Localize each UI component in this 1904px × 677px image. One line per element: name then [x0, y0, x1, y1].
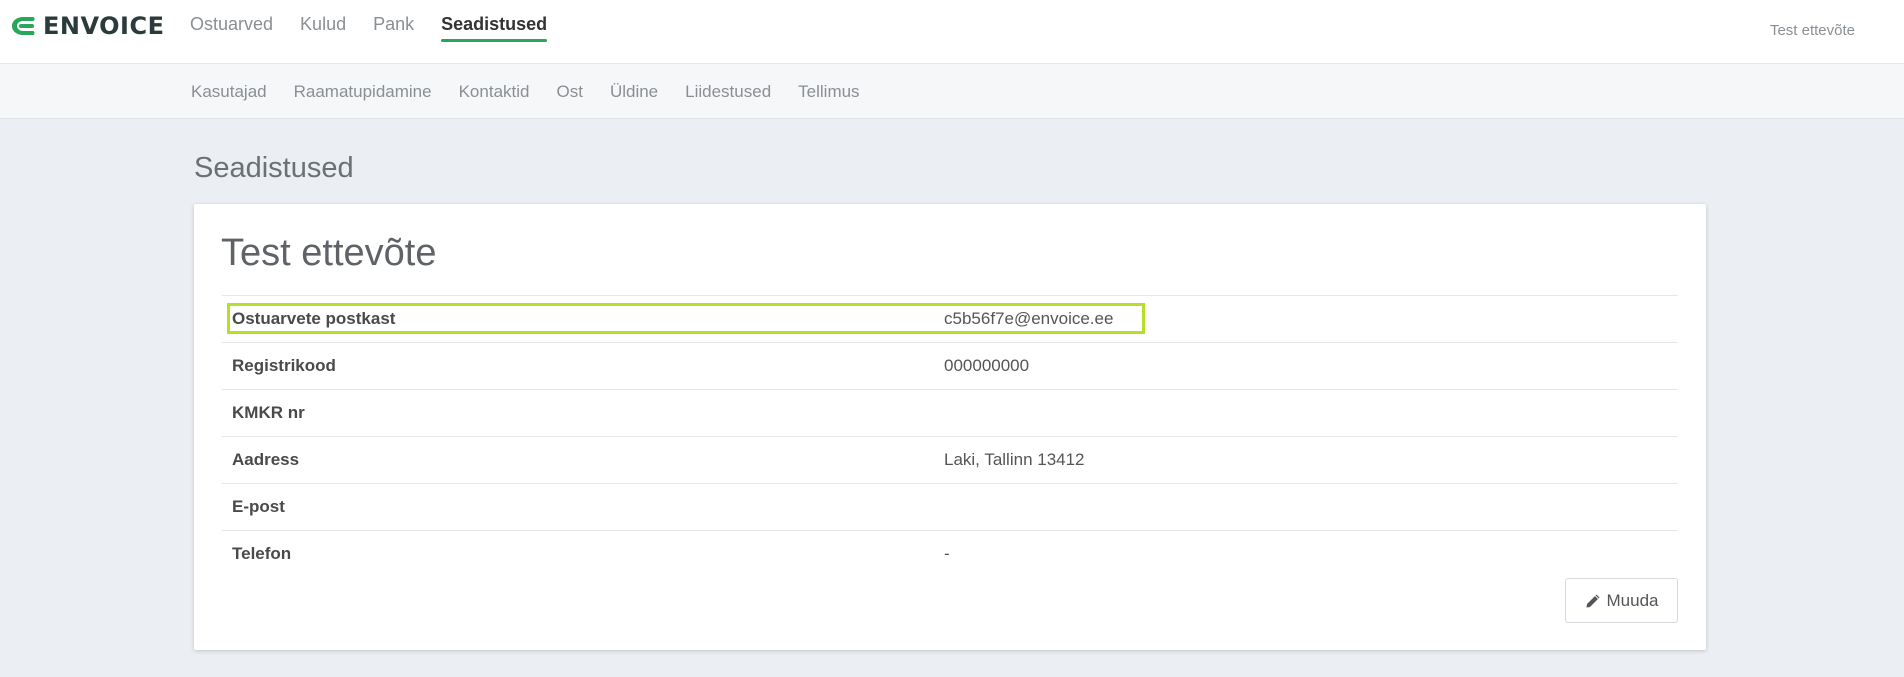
detail-row-epost: E-post	[222, 483, 1678, 530]
company-name: Test ettevõte	[221, 232, 437, 274]
sub-nav: Kasutajad Raamatupidamine Kontaktid Ost …	[191, 64, 887, 119]
nav-item-pank[interactable]: Pank	[373, 0, 414, 42]
detail-label: Ostuarvete postkast	[232, 309, 396, 328]
sub-nav-uldine[interactable]: Üldine	[610, 82, 658, 102]
nav-item-kulud[interactable]: Kulud	[300, 0, 346, 42]
sub-nav-kontaktid[interactable]: Kontaktid	[459, 82, 530, 102]
detail-value: Laki, Tallinn 13412	[944, 450, 1085, 469]
company-details-card: Test ettevõte Ostuarvete postkast c5b56f…	[194, 204, 1706, 650]
detail-row-postkast: Ostuarvete postkast c5b56f7e@envoice.ee	[222, 295, 1678, 342]
detail-row-aadress: Aadress Laki, Tallinn 13412	[222, 436, 1678, 483]
envoice-logo-icon	[12, 17, 35, 35]
sub-nav-kasutajad[interactable]: Kasutajad	[191, 82, 267, 102]
logo-text: ENVOICE	[43, 12, 165, 40]
logo[interactable]: ENVOICE	[9, 10, 164, 42]
detail-label: KMKR nr	[232, 403, 305, 422]
nav-item-seadistused[interactable]: Seadistused	[441, 0, 548, 42]
edit-button-label: Muuda	[1606, 590, 1659, 610]
detail-value: c5b56f7e@envoice.ee	[944, 309, 1114, 328]
sub-nav-raamatupidamine[interactable]: Raamatupidamine	[294, 82, 432, 102]
detail-row-telefon: Telefon -	[222, 530, 1678, 577]
pencil-icon	[1586, 594, 1599, 607]
company-switcher[interactable]: Test ettevõte	[1770, 22, 1855, 39]
sub-navbar: Kasutajad Raamatupidamine Kontaktid Ost …	[0, 64, 1904, 119]
sub-nav-ost[interactable]: Ost	[556, 82, 582, 102]
company-details-table: Ostuarvete postkast c5b56f7e@envoice.ee …	[222, 295, 1678, 577]
detail-row-kmkr: KMKR nr	[222, 389, 1678, 436]
detail-value: 000000000	[944, 356, 1030, 375]
detail-value: -	[944, 544, 950, 563]
detail-label: E-post	[232, 497, 285, 516]
detail-row-registrikood: Registrikood 000000000	[222, 342, 1678, 389]
top-navbar: ENVOICE Ostuarved Kulud Pank Seadistused…	[0, 0, 1904, 64]
main-nav: Ostuarved Kulud Pank Seadistused	[190, 0, 574, 64]
sub-nav-tellimus[interactable]: Tellimus	[798, 82, 859, 102]
detail-label: Telefon	[232, 544, 292, 563]
page-title: Seadistused	[194, 152, 354, 184]
detail-label: Registrikood	[232, 356, 336, 375]
nav-item-ostuarved[interactable]: Ostuarved	[190, 0, 273, 42]
detail-label: Aadress	[232, 450, 300, 469]
edit-button[interactable]: Muuda	[1565, 578, 1678, 623]
sub-nav-liidestused[interactable]: Liidestused	[685, 82, 771, 102]
